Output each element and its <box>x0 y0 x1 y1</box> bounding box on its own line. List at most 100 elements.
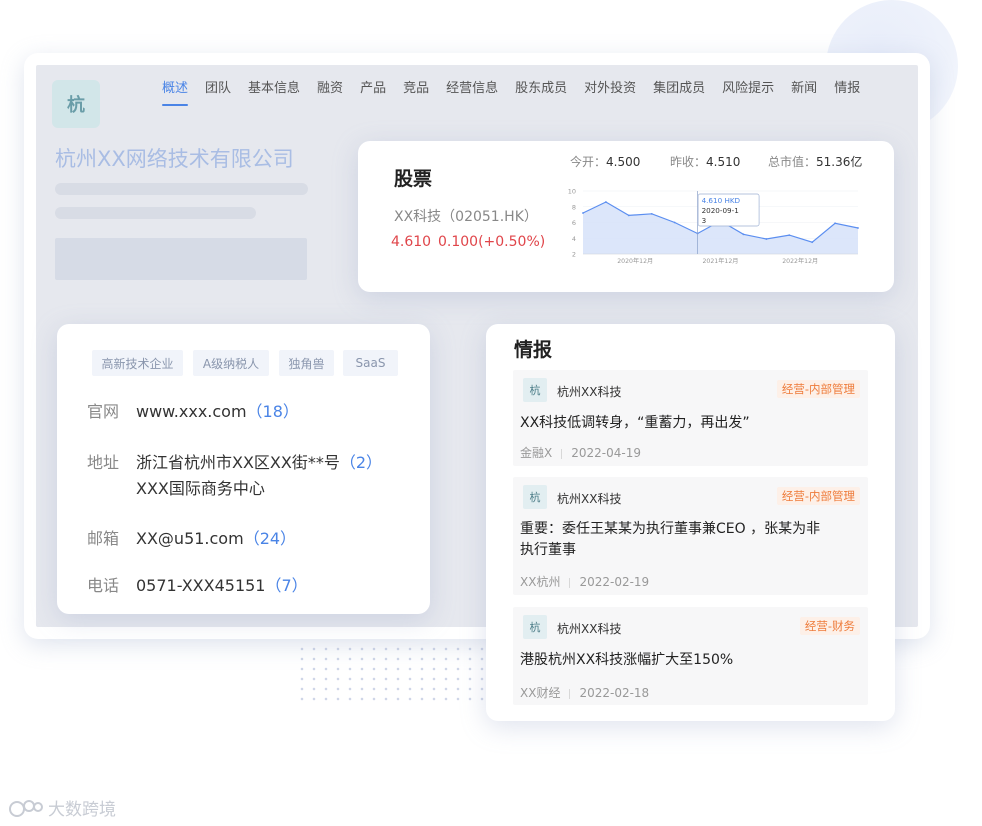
tab-competitors[interactable]: 竞品 <box>403 77 429 107</box>
watermark-logo-icon <box>9 799 43 817</box>
tab-news[interactable]: 新闻 <box>791 77 817 107</box>
source-logo-icon: 杭 <box>523 378 547 402</box>
address-count[interactable]: （2） <box>340 453 382 472</box>
company-name: 杭州XX网络技术有限公司 <box>55 147 294 171</box>
news-source: 杭州XX科技 <box>557 492 622 506</box>
chart-data-point <box>834 222 836 225</box>
chart-x-tick-label: 2022年12月 <box>782 257 818 265</box>
tab-shareholders[interactable]: 股东成员 <box>515 77 567 107</box>
stock-chart[interactable]: 2 4 6 8 10 2020年12月 2021年12月 2022年12月 4.610 HKD2… <box>563 181 863 279</box>
phone-count[interactable]: （7） <box>265 576 307 595</box>
website-count[interactable]: （18） <box>247 402 299 421</box>
tab-overview[interactable]: 概述 <box>162 77 189 107</box>
background-dot-pattern <box>296 644 506 704</box>
chart-tooltip-date: 2020-09-1 <box>702 206 739 215</box>
news-publisher: 金融X <box>520 446 553 460</box>
news-publisher: XX财经 <box>520 686 561 700</box>
meta-divider <box>569 688 571 699</box>
chart-y-tick-label: 6 <box>572 219 576 227</box>
phone-value: 0571-XXX45151 <box>136 576 266 595</box>
tab-basic-info[interactable]: 基本信息 <box>248 77 300 107</box>
chart-data-point <box>788 234 791 236</box>
chart-data-point <box>650 212 653 215</box>
stock-prev-label: 昨收： <box>670 155 707 169</box>
stock-price: 4.610 <box>391 234 432 250</box>
watermark-text: 大数跨境 <box>48 800 116 820</box>
news-publisher: XX杭州 <box>520 575 561 589</box>
meta-divider <box>569 577 571 588</box>
chart-data-point <box>582 212 584 214</box>
email-count[interactable]: （24） <box>244 529 296 548</box>
address-label: 地址 <box>87 453 120 472</box>
company-info-card: 高新技术企业 A级纳税人 独角兽 SaaS 官网 www.xxx.com（18）… <box>57 324 430 614</box>
news-date: 2022-02-19 <box>579 575 650 589</box>
company-tag: SaaS <box>343 350 398 376</box>
news-headline-line2[interactable]: 执行董事 <box>520 540 576 561</box>
placeholder-bar <box>55 207 256 219</box>
tab-group-members[interactable]: 集团成员 <box>653 77 705 107</box>
nav-tabs: 概述 团队 基本信息 融资 产品 竞品 经营信息 股东成员 对外投资 集团成员 … <box>162 77 877 107</box>
tab-team[interactable]: 团队 <box>205 77 231 107</box>
news-item[interactable]: 杭 杭州XX科技 经营-内部管理 重要：委任王某某为执行董事兼CEO ，张某为非… <box>513 477 868 595</box>
stock-cap-label: 总市值： <box>768 155 817 169</box>
chart-data-point <box>857 227 859 229</box>
news-item[interactable]: 杭 杭州XX科技 经营-内部管理 XX科技低调转身，“重蓄力，再出发” 金融X 2… <box>513 370 868 466</box>
company-tag: A级纳税人 <box>193 350 269 376</box>
news-headline[interactable]: XX科技低调转身，“重蓄力，再出发” <box>520 413 750 434</box>
source-logo-icon: 杭 <box>523 615 547 639</box>
tab-financing[interactable]: 融资 <box>317 77 343 107</box>
tab-intel[interactable]: 情报 <box>834 77 860 107</box>
news-meta: XX财经 2022-02-18 <box>520 684 649 701</box>
intel-title: 情报 <box>514 339 553 361</box>
chart-tooltip-value: 4.610 HKD <box>702 196 741 205</box>
email-value[interactable]: XX@u51.com <box>136 529 244 548</box>
placeholder-block <box>55 238 307 280</box>
meta-divider <box>561 448 563 459</box>
chart-y-tick-label: 2 <box>572 251 576 259</box>
news-item[interactable]: 杭 杭州XX科技 经营-财务 港股杭州XX科技涨幅扩大至150% XX财经 202… <box>513 607 868 705</box>
chart-y-tick-label: 8 <box>572 203 576 211</box>
watermark: 大数跨境 <box>8 795 116 820</box>
chart-tooltip-date-cont: 3 <box>702 216 707 225</box>
stock-cap-value: 51.36亿 <box>816 155 863 169</box>
company-logo-char: 杭 <box>67 95 85 116</box>
intel-card: 情报 杭 杭州XX科技 经营-内部管理 XX科技低调转身，“重蓄力，再出发” 金… <box>486 324 895 721</box>
chart-x-tick-label: 2020年12月 <box>617 257 653 265</box>
email-label: 邮箱 <box>87 529 120 548</box>
website-row: www.xxx.com（18） <box>136 398 299 422</box>
news-date: 2022-02-18 <box>579 686 650 700</box>
website-value[interactable]: www.xxx.com <box>136 402 247 421</box>
news-headline[interactable]: 重要：委任王某某为执行董事兼CEO ，张某为非 <box>520 519 820 540</box>
stock-open-label: 今开： <box>570 155 607 169</box>
tab-products[interactable]: 产品 <box>360 77 386 107</box>
placeholder-bar <box>55 183 308 195</box>
stock-open: 今开：4.500 <box>570 153 640 170</box>
news-meta: XX杭州 2022-02-19 <box>520 573 649 590</box>
news-source: 杭州XX科技 <box>557 622 622 636</box>
chart-x-tick-label: 2021年12月 <box>703 257 739 265</box>
stock-title: 股票 <box>394 168 433 190</box>
chart-y-tick-label: 4 <box>572 235 576 243</box>
news-headline[interactable]: 港股杭州XX科技涨幅扩大至150% <box>520 650 733 671</box>
company-tag: 独角兽 <box>279 350 334 376</box>
stock-open-value: 4.500 <box>606 155 641 169</box>
chart-data-point <box>811 241 814 244</box>
tab-risk[interactable]: 风险提示 <box>722 77 774 107</box>
stock-name: XX科技（02051.HK） <box>394 209 538 225</box>
chart-y-tick-label: 10 <box>568 188 576 196</box>
tab-operations[interactable]: 经营信息 <box>446 77 498 107</box>
chart-data-point <box>627 214 630 217</box>
stock-prev-value: 4.510 <box>706 155 741 169</box>
address-value: 浙江省杭州市XX区XX街**号 <box>136 453 340 472</box>
company-logo: 杭 <box>52 80 100 128</box>
news-category-badge: 经营-财务 <box>799 617 860 635</box>
chart-data-point <box>765 238 768 240</box>
news-meta: 金融X 2022-04-19 <box>520 444 641 461</box>
address-line2: XXX国际商务中心 <box>136 479 265 498</box>
company-tag: 高新技术企业 <box>92 350 183 376</box>
chart-data-point <box>673 221 676 224</box>
stock-prev-close: 昨收：4.510 <box>670 153 740 170</box>
stock-market-cap: 总市值：51.36亿 <box>768 153 862 170</box>
tab-investments[interactable]: 对外投资 <box>584 77 636 107</box>
stock-card: 股票 XX科技（02051.HK） 4.610 0.100(+0.50%) 今开… <box>358 141 894 292</box>
